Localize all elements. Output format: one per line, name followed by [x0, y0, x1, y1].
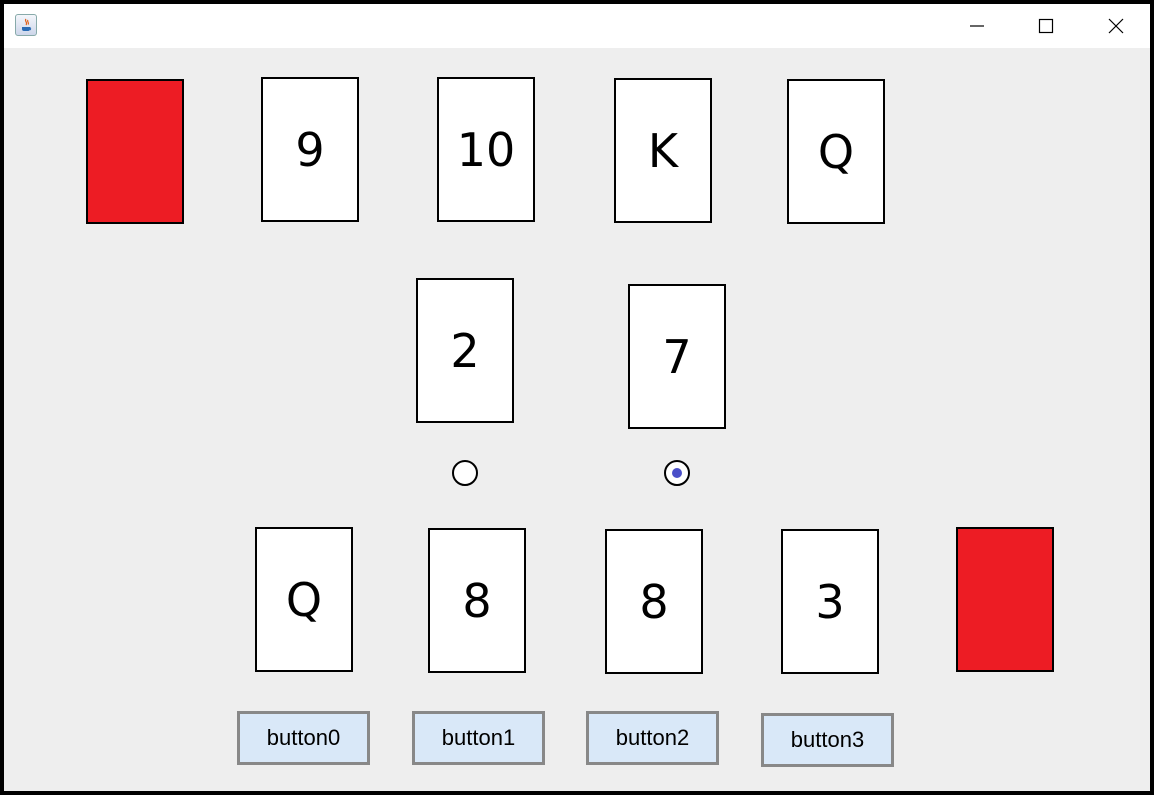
player-card[interactable]: 8: [605, 529, 703, 674]
player-card[interactable]: Q: [255, 527, 353, 672]
button3[interactable]: button3: [761, 713, 894, 767]
table-card-radio[interactable]: [664, 460, 690, 486]
deck-card-back[interactable]: [86, 79, 184, 224]
minimize-icon: [970, 25, 984, 27]
player-card[interactable]: 8: [428, 528, 526, 673]
app-window: 9 10 K Q 2 7 Q 8 8 3 button0 button1 but…: [4, 4, 1150, 791]
minimize-button[interactable]: [963, 12, 991, 40]
close-icon: [1108, 18, 1124, 34]
radio-dot: [672, 468, 682, 478]
player-card[interactable]: 3: [781, 529, 879, 674]
button2[interactable]: button2: [586, 711, 719, 765]
maximize-button[interactable]: [1032, 12, 1060, 40]
close-button[interactable]: [1102, 12, 1130, 40]
java-app-icon[interactable]: [15, 14, 37, 36]
button1[interactable]: button1: [412, 711, 545, 765]
table-card: 2: [416, 278, 514, 423]
table-card: 7: [628, 284, 726, 429]
opponent-card: Q: [787, 79, 885, 224]
player-deck-card-back[interactable]: [956, 527, 1054, 672]
title-bar: [4, 4, 1150, 48]
opponent-card: 10: [437, 77, 535, 222]
button0[interactable]: button0: [237, 711, 370, 765]
table-card-radio[interactable]: [452, 460, 478, 486]
maximize-icon: [1038, 18, 1054, 34]
opponent-card: 9: [261, 77, 359, 222]
opponent-card: K: [614, 78, 712, 223]
